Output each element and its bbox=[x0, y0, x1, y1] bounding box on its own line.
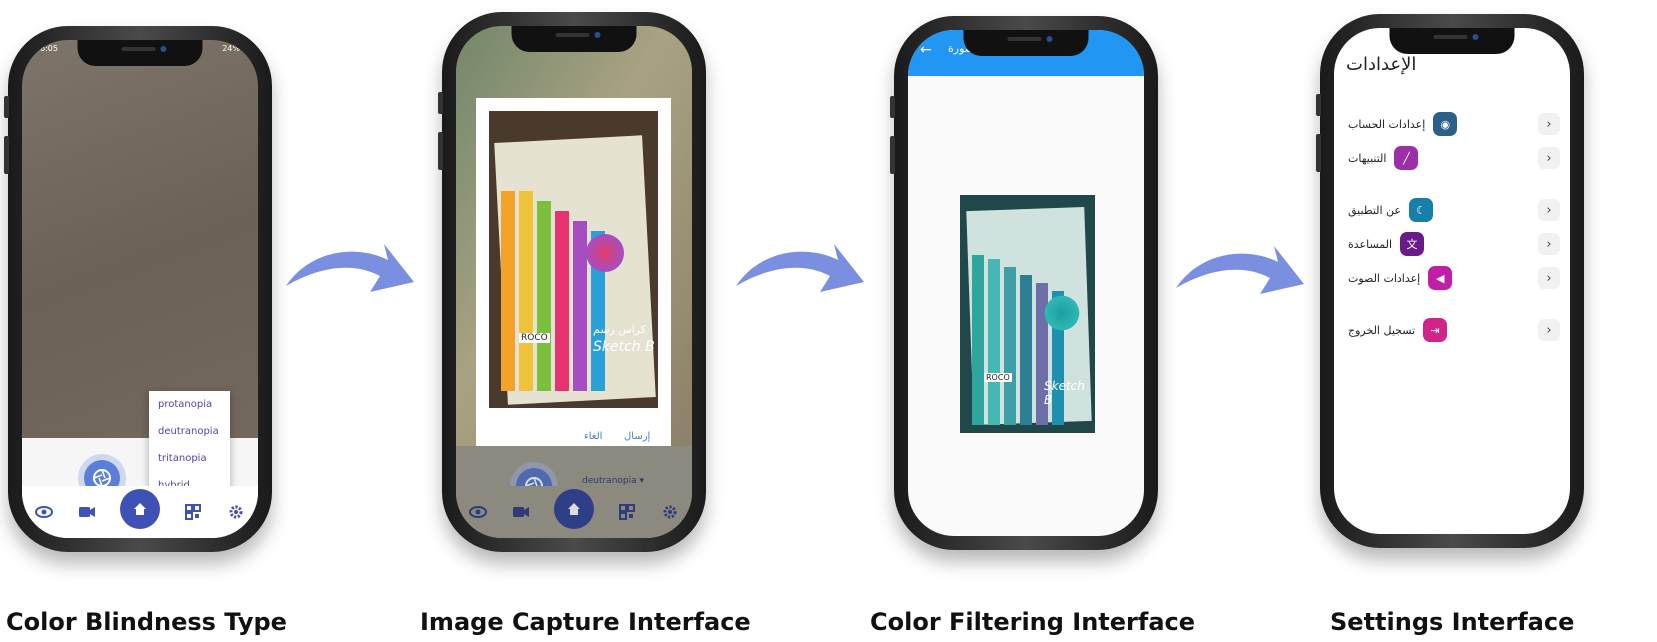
settings-item-label: عن التطبيق bbox=[1348, 203, 1401, 217]
gear-icon[interactable] bbox=[225, 501, 247, 523]
chevron-down-icon: ▾ bbox=[639, 476, 645, 486]
notebook-brand: ROCO bbox=[519, 333, 550, 343]
menu-item-tritanopia[interactable]: tritanopia bbox=[149, 445, 230, 472]
chevron-right-icon[interactable]: › bbox=[1538, 147, 1560, 169]
account-icon: ◉ bbox=[1433, 112, 1458, 136]
qr-code-icon[interactable] bbox=[182, 501, 204, 523]
type-dropdown-value: deutranopia bbox=[582, 476, 637, 486]
video-icon[interactable] bbox=[76, 501, 98, 523]
flow-arrow-icon bbox=[1176, 246, 1304, 294]
back-arrow-icon[interactable]: ← bbox=[920, 42, 932, 58]
bottom-nav bbox=[456, 486, 692, 538]
caption-settings: Settings Interface bbox=[1330, 608, 1575, 636]
settings-item-logout[interactable]: ⇥ تسجيل الخروج bbox=[1348, 318, 1448, 342]
video-icon[interactable] bbox=[510, 501, 532, 523]
eye-icon[interactable] bbox=[467, 501, 489, 523]
captured-photo: ROCO Sketch B كراس رسم bbox=[489, 111, 658, 408]
settings-item-label: التنبيهات bbox=[1348, 151, 1387, 165]
settings-screen: الإعدادات ◉ إعدادات الحساب › ╱ التنبيهات… bbox=[1334, 28, 1570, 534]
settings-item-about[interactable]: ☾ عن التطبيق bbox=[1348, 198, 1433, 222]
notebook-title: Sketch B bbox=[1044, 379, 1085, 407]
bottom-nav bbox=[22, 486, 258, 538]
settings-item-label: تسجيل الخروج bbox=[1348, 323, 1416, 337]
chevron-right-icon[interactable]: › bbox=[1538, 113, 1560, 135]
caption-color-filtering: Color Filtering Interface bbox=[870, 608, 1196, 636]
caption-color-blindness-type: Color Blindness Type bbox=[6, 608, 287, 636]
settings-item-label: إعدادات الحساب bbox=[1348, 117, 1426, 131]
notebook-brand: ROCO bbox=[984, 373, 1012, 382]
home-icon bbox=[133, 503, 146, 515]
camera-aperture-icon bbox=[93, 469, 111, 487]
qr-code-icon[interactable] bbox=[616, 501, 638, 523]
phone-color-blindness-type: 6:05 24% protanopia deutranopia tritanop… bbox=[4, 26, 272, 552]
chevron-right-icon[interactable]: › bbox=[1538, 199, 1560, 221]
status-time: 6:05 bbox=[40, 44, 58, 53]
eye-icon[interactable] bbox=[33, 501, 55, 523]
menu-item-protanopia[interactable]: protanopia bbox=[149, 391, 230, 418]
translate-icon: 文 bbox=[1400, 232, 1425, 256]
filtered-photo: ROCO Sketch B bbox=[960, 195, 1095, 433]
chevron-right-icon[interactable]: › bbox=[1538, 319, 1560, 341]
settings-item-sound[interactable]: ◀ إعدادات الصوت bbox=[1348, 266, 1453, 290]
status-battery: 24% bbox=[222, 44, 240, 53]
pen-icon: ╱ bbox=[1394, 146, 1419, 170]
home-button[interactable] bbox=[553, 489, 594, 529]
phone-color-filtering: ← صورة ROCO Sketch B bbox=[890, 16, 1158, 550]
settings-item-account[interactable]: ◉ إعدادات الحساب bbox=[1348, 112, 1458, 136]
moon-icon: ☾ bbox=[1409, 198, 1433, 222]
home-button[interactable] bbox=[119, 489, 160, 529]
flow-arrow-icon bbox=[286, 244, 414, 292]
chevron-right-icon[interactable]: › bbox=[1538, 233, 1560, 255]
capture-dialog: ROCO Sketch B كراس رسم إرسال الغاء bbox=[476, 98, 671, 458]
status-bar: 6:05 24% bbox=[40, 44, 240, 53]
menu-item-deutranopia[interactable]: deutranopia bbox=[149, 418, 230, 445]
dialog-send-button[interactable]: إرسال bbox=[624, 431, 650, 442]
phone-image-capture: ROCO Sketch B كراس رسم إرسال الغاء deutr… bbox=[438, 12, 706, 552]
capture-screen: ROCO Sketch B كراس رسم إرسال الغاء deutr… bbox=[456, 26, 692, 538]
type-dropdown[interactable]: deutranopia ▾ bbox=[582, 476, 644, 486]
chevron-right-icon[interactable]: › bbox=[1538, 267, 1560, 289]
home-icon bbox=[567, 503, 580, 515]
logout-icon: ⇥ bbox=[1423, 318, 1448, 342]
phone-settings: الإعدادات ◉ إعدادات الحساب › ╱ التنبيهات… bbox=[1316, 14, 1584, 548]
notebook-title: Sketch B bbox=[593, 339, 655, 355]
speaker-icon: ◀ bbox=[1428, 266, 1453, 290]
flow-arrow-icon bbox=[736, 244, 864, 292]
settings-item-notifications[interactable]: ╱ التنبيهات bbox=[1348, 146, 1419, 170]
gear-icon[interactable] bbox=[659, 501, 681, 523]
page-title: الإعدادات bbox=[1346, 54, 1417, 75]
caption-image-capture: Image Capture Interface bbox=[420, 608, 751, 636]
notebook-arabic: كراس رسم bbox=[593, 323, 647, 336]
settings-item-label: المساعدة bbox=[1348, 237, 1393, 251]
camera-screen: 6:05 24% protanopia deutranopia tritanop… bbox=[22, 40, 258, 538]
settings-item-help[interactable]: 文 المساعدة bbox=[1348, 232, 1425, 256]
filter-screen: ← صورة ROCO Sketch B bbox=[908, 30, 1144, 536]
dialog-cancel-button[interactable]: الغاء bbox=[584, 431, 602, 442]
settings-item-label: إعدادات الصوت bbox=[1348, 271, 1421, 285]
